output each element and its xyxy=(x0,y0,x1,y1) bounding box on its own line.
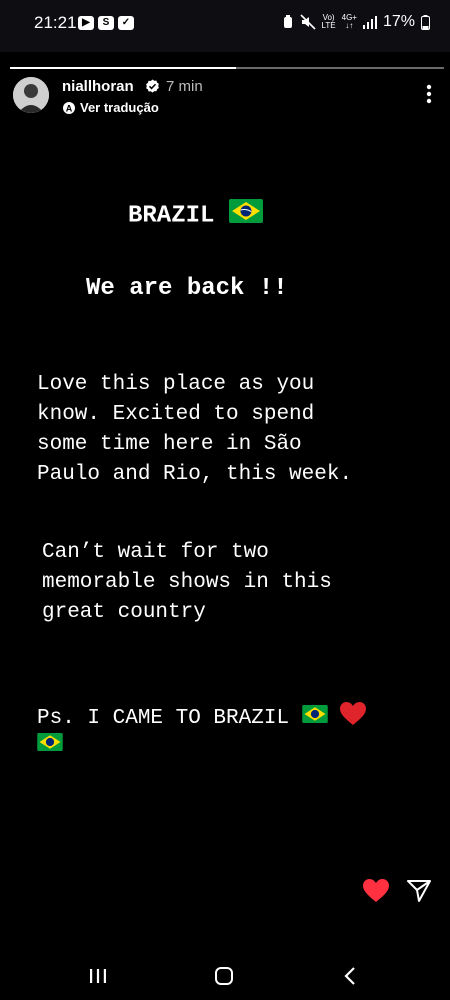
battery-icon xyxy=(421,14,430,30)
signal-icon xyxy=(362,16,377,29)
send-icon[interactable] xyxy=(406,878,432,904)
story-time: 7 min xyxy=(166,78,203,95)
avatar[interactable] xyxy=(13,77,49,113)
story-progress-bar xyxy=(10,67,444,69)
network-indicator: 4G+ ↓↑ xyxy=(341,13,357,30)
alarm-icon xyxy=(283,15,292,28)
check-icon: ✓ xyxy=(118,16,134,30)
story-paragraph-2: Can’t wait for two memorable shows in th… xyxy=(42,541,332,624)
home-icon[interactable] xyxy=(214,966,234,986)
s-icon: S xyxy=(98,16,114,30)
translate-label: Ver tradução xyxy=(80,100,159,115)
username[interactable]: niallhoran xyxy=(62,78,134,95)
translate-icon: A xyxy=(63,101,75,114)
notification-icons: ▶ S ✓ xyxy=(78,16,134,30)
story-ps: Ps. I CAME TO BRAZIL xyxy=(37,702,367,758)
brazil-flag-icon xyxy=(301,705,328,730)
status-bar: 21:21 ▶ S ✓ Vo) LTE 4G+ ↓↑ 17% xyxy=(0,0,450,52)
brazil-flag-icon xyxy=(37,733,63,758)
heart-icon[interactable] xyxy=(363,879,389,903)
red-heart-icon xyxy=(340,702,367,733)
story-title: BRAZIL xyxy=(128,199,263,231)
more-icon[interactable] xyxy=(426,84,432,104)
status-time: 21:21 xyxy=(34,13,77,32)
back-icon[interactable] xyxy=(343,966,357,986)
brazil-flag-icon xyxy=(228,199,263,231)
translate-button[interactable]: A Ver tradução xyxy=(62,100,159,115)
recents-icon[interactable] xyxy=(89,968,107,984)
story-viewer[interactable]: niallhoran 7 min A Ver tradução BRAZIL W… xyxy=(0,52,450,857)
battery-percent: 17% xyxy=(382,13,415,30)
story-subtitle: We are back !! xyxy=(86,275,288,302)
volte-indicator: Vo) LTE xyxy=(321,13,336,30)
story-paragraph-1: Love this place as you know. Excited to … xyxy=(37,373,353,486)
svg-text:A: A xyxy=(66,103,73,113)
mute-icon xyxy=(299,14,316,30)
youtube-icon: ▶ xyxy=(78,16,94,30)
avatar-photo xyxy=(13,77,49,113)
story-progress-fill xyxy=(10,67,236,69)
verified-icon xyxy=(146,79,159,93)
status-right: Vo) LTE 4G+ ↓↑ 17% xyxy=(282,13,430,31)
